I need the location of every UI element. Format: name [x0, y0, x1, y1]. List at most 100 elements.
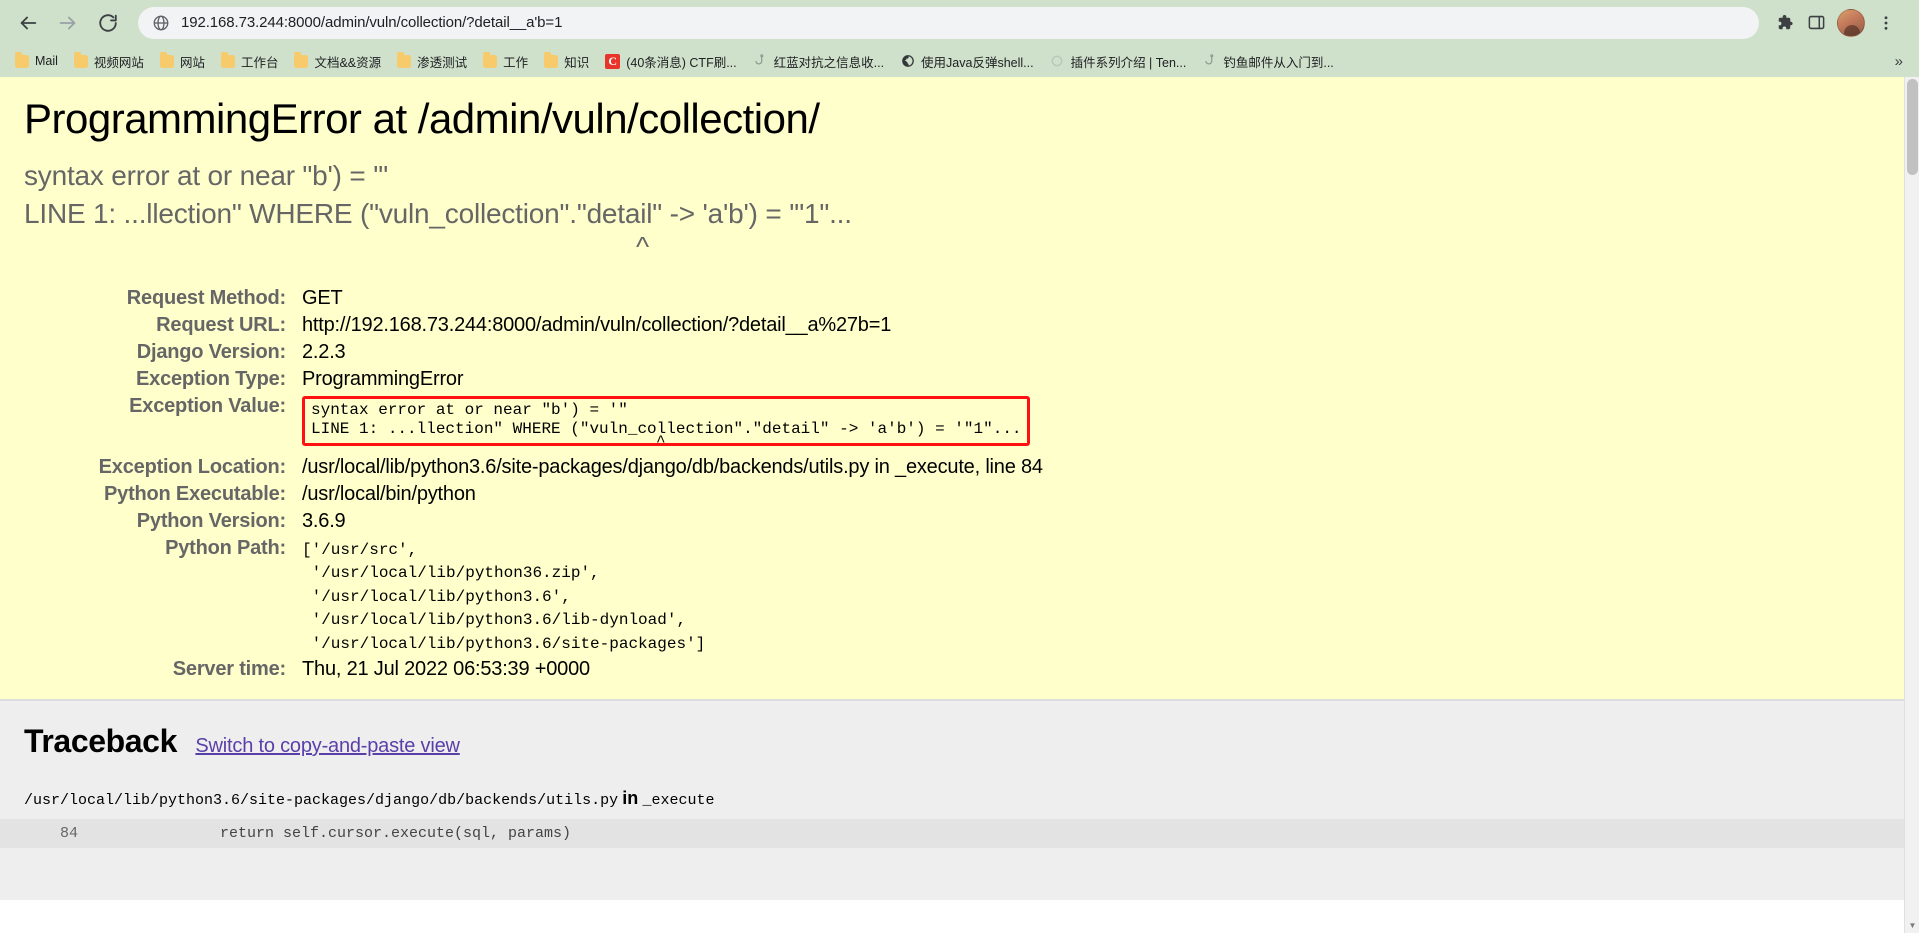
scrollbar-thumb[interactable] [1907, 79, 1918, 175]
exception-location-label: Exception Location: [98, 455, 287, 478]
request-url-row: Request URL: http://192.168.73.244:8000/a… [0, 312, 1043, 339]
globe-favicon [900, 54, 915, 69]
bookmark-label: 工作台 [240, 55, 279, 70]
error-summary-line2: LINE 1: ...llection" WHERE ("vuln_collec… [24, 197, 852, 229]
bookmark-label: 插件系列介绍 | Ten... [1070, 55, 1187, 70]
bookmark-item[interactable]: 插件系列介绍 | Ten... [1043, 49, 1194, 74]
bookmark-item[interactable]: 工作 [476, 49, 535, 74]
folder-icon [220, 52, 235, 68]
arrow-left-icon [17, 12, 39, 34]
arrow-right-icon [57, 12, 79, 34]
error-meta-table: Request Method: GET Request URL: http://192… [0, 285, 1043, 684]
request-method-label: Request Method: [126, 286, 286, 309]
exception-value-value: syntax error at or near "b') = '" LINE 1… [296, 393, 1043, 454]
error-summary: syntax error at or near "b') = '" LINE 1… [24, 157, 1904, 262]
bookmark-label: (40条消息) CTF刷... [626, 55, 737, 70]
exception-location-value: /usr/local/lib/python3.6/site-packages/d… [302, 455, 1043, 478]
back-button[interactable] [10, 5, 46, 41]
django-version-row: Django Version: 2.2.3 [0, 339, 1043, 366]
python-path-label: Python Path: [165, 536, 286, 559]
python-executable-value: /usr/local/bin/python [302, 482, 476, 505]
traceback-frame-in-word: in [622, 788, 639, 809]
forward-button[interactable] [50, 5, 86, 41]
traceback-heading: Traceback [24, 723, 177, 760]
bookmarks-overflow-button[interactable]: » [1887, 51, 1911, 72]
server-time-label: Server time: [172, 658, 286, 681]
bookmark-item[interactable]: 视频网站 [67, 49, 151, 74]
sidepanel-icon[interactable] [1801, 8, 1831, 38]
exception-value-row: Exception Value: syntax error at or near … [0, 393, 1043, 454]
python-executable-label: Python Executable: [104, 482, 286, 505]
switch-to-copy-paste-view-link[interactable]: Switch to copy-and-paste view [195, 735, 460, 757]
traceback-line-code: return self.cursor.execute(sql, params) [220, 825, 572, 843]
error-header: ProgrammingError at /admin/vuln/collecti… [0, 77, 1904, 701]
exception-value-box: syntax error at or near "b') = '" LINE 1… [302, 395, 1030, 450]
traceback-frame: /usr/local/lib/python3.6/site-packages/d… [24, 788, 1904, 809]
folder-icon [397, 52, 412, 68]
bookmarks-bar: Mail 视频网站 网站 工作台 文档&&资源 渗透测试 工作 知识 C (40条消息) CTF刷… [0, 45, 1919, 77]
bookmark-item[interactable]: 渗透测试 [390, 49, 474, 74]
bookmark-item[interactable]: 使用Java反弹shell... [893, 49, 1041, 74]
exception-type-row: Exception Type: ProgrammingError [0, 366, 1043, 393]
reload-icon [97, 12, 119, 34]
folder-icon [15, 52, 29, 68]
traceback-frame-function: _execute [642, 792, 715, 810]
python-path-value: ['/usr/src', '/usr/local/lib/python36.zi… [296, 535, 1043, 657]
page-scrollbar[interactable]: ▲ ▼ [1904, 77, 1919, 933]
request-method-value: GET [302, 286, 343, 309]
reload-button[interactable] [90, 5, 126, 41]
request-method-row: Request Method: GET [0, 285, 1043, 312]
scroll-down-arrow[interactable]: ▼ [1905, 918, 1919, 933]
django-error-page: ProgrammingError at /admin/vuln/collecti… [0, 77, 1904, 933]
exception-value-label: Exception Value: [129, 394, 286, 417]
traceback-section: Traceback Switch to copy-and-paste view … [0, 700, 1904, 901]
address-bar[interactable]: 192.168.73.244:8000/admin/vuln/collectio… [138, 6, 1759, 39]
django-version-value: 2.2.3 [302, 340, 346, 363]
bookmark-label: 视频网站 [93, 55, 144, 70]
traceback-context-line: 84 return self.cursor.execute(sql, params… [0, 825, 1904, 842]
traceback-frame-path: /usr/local/lib/python3.6/site-packages/d… [24, 792, 619, 810]
bookmark-label: Mail [35, 54, 58, 68]
python-version-label: Python Version: [136, 509, 286, 532]
bookmark-label: 工作 [503, 55, 529, 70]
bookmark-label: 文档&&资源 [314, 55, 382, 70]
python-path-row: Python Path: ['/usr/src', '/usr/local/lib… [0, 535, 1043, 657]
hook-favicon [1202, 54, 1217, 69]
bookmark-label: 知识 [564, 55, 590, 70]
csdn-favicon: C [605, 53, 621, 69]
page-viewport: ProgrammingError at /admin/vuln/collecti… [0, 77, 1919, 933]
traceback-line-number: 84 [60, 825, 79, 843]
error-summary-line1: syntax error at or near "b') = '" [24, 160, 389, 192]
globe-icon [152, 14, 170, 32]
profile-avatar[interactable] [1837, 8, 1865, 37]
python-version-row: Python Version: 3.6.9 [0, 508, 1043, 535]
exception-value-line1: syntax error at or near "b') = '" [311, 400, 628, 419]
error-summary-caret: ^ [636, 230, 649, 262]
toolbar-right-icons [1769, 8, 1901, 38]
folder-icon [483, 52, 498, 68]
chrome-menu-icon[interactable] [1871, 8, 1901, 38]
bookmark-item[interactable]: C (40条消息) CTF刷... [598, 49, 743, 74]
traceback-context: 84 return self.cursor.execute(sql, params… [0, 819, 1904, 849]
bookmark-item[interactable]: Mail [8, 51, 65, 71]
ring-favicon [1050, 54, 1065, 69]
python-executable-row: Python Executable: /usr/local/bin/python [0, 481, 1043, 508]
bookmark-label: 钓鱼邮件从入门到... [1223, 55, 1334, 70]
folder-icon [294, 52, 309, 68]
extensions-puzzle-icon[interactable] [1769, 8, 1799, 38]
bookmark-label: 渗透测试 [417, 55, 468, 70]
bookmark-item[interactable]: 钓鱼邮件从入门到... [1195, 49, 1340, 74]
exception-type-value: ProgrammingError [302, 367, 464, 390]
page-title: ProgrammingError at /admin/vuln/collecti… [24, 95, 820, 142]
bookmark-item[interactable]: 红蓝对抗之信息收... [746, 49, 891, 74]
bookmark-item[interactable]: 工作台 [214, 49, 286, 74]
exception-location-row: Exception Location: /usr/local/lib/python… [0, 454, 1043, 481]
request-url-value: http://192.168.73.244:8000/admin/vuln/co… [302, 313, 892, 336]
bookmark-item[interactable]: 知识 [537, 49, 596, 74]
exception-type-label: Exception Type: [136, 367, 286, 390]
bookmark-item[interactable]: 网站 [153, 49, 212, 74]
folder-icon [73, 52, 88, 68]
python-path-list: ['/usr/src', '/usr/local/lib/python36.zi… [302, 540, 706, 653]
bookmark-item[interactable]: 文档&&资源 [287, 49, 388, 74]
django-version-label: Django Version: [136, 340, 286, 363]
